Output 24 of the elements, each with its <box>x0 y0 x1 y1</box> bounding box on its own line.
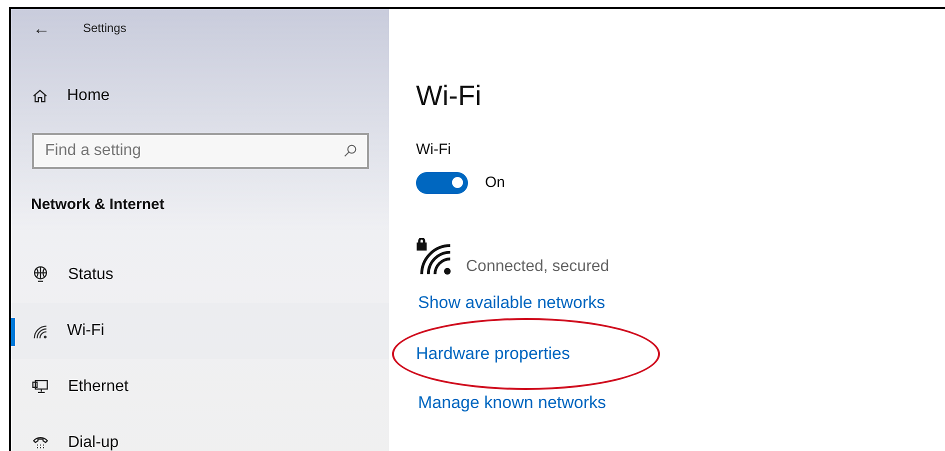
page-title: Wi-Fi <box>416 79 482 113</box>
globe-icon <box>32 266 49 283</box>
wifi-icon <box>32 322 48 338</box>
section-heading: Network & Internet <box>30 195 166 215</box>
wifi-toggle[interactable] <box>416 172 468 194</box>
nav-item[interactable]: Wi-Fi <box>11 302 389 358</box>
home-icon <box>32 88 48 104</box>
nav-item[interactable]: Ethernet <box>11 358 389 414</box>
settings-link[interactable]: Manage known networks <box>418 393 606 412</box>
settings-link[interactable]: Hardware properties <box>416 344 570 364</box>
connection-status: Connected, secured <box>466 258 610 276</box>
nav-item[interactable]: Dial-up <box>11 414 389 451</box>
back-button[interactable]: ← <box>33 20 50 36</box>
phone-icon <box>32 434 49 451</box>
monitor-icon <box>32 378 49 395</box>
home-nav-item[interactable]: Home <box>11 82 389 110</box>
search-icon <box>343 144 357 158</box>
window-title: Settings <box>83 20 126 37</box>
toggle-state: On <box>485 172 506 192</box>
nav-item[interactable]: Status <box>11 246 389 302</box>
selection-indicator <box>11 318 15 346</box>
settings-link[interactable]: Show available networks <box>418 293 606 312</box>
search-field[interactable]: Find a setting <box>32 133 369 169</box>
toggle-label: Wi-Fi <box>416 140 452 160</box>
